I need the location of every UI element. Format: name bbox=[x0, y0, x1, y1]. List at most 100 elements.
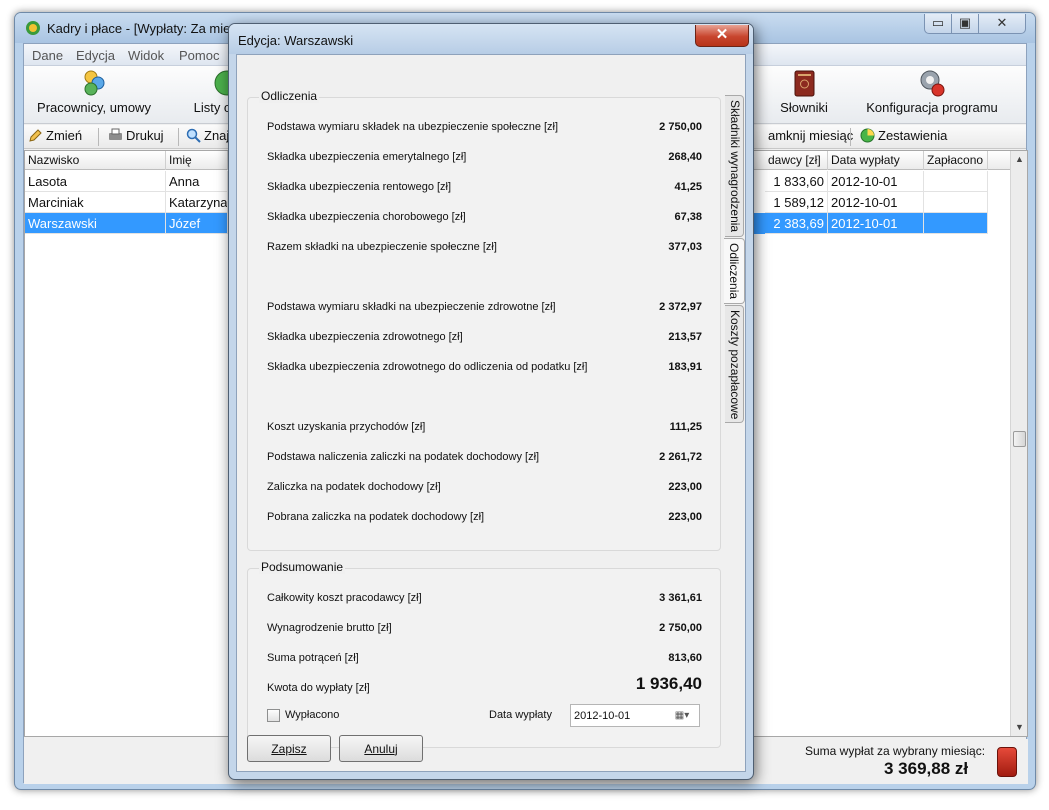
field-label: Składka ubezpieczenia rentowego [zł] bbox=[267, 181, 452, 193]
employees-button[interactable]: Pracownicy, umowy bbox=[34, 68, 154, 122]
tab-label: Koszty pozapłacowe bbox=[728, 310, 742, 420]
close-button[interactable]: ✕ bbox=[978, 14, 1026, 34]
cell-surname: Warszawski bbox=[25, 213, 166, 234]
field-label: Suma potrąceń [zł] bbox=[267, 652, 359, 664]
deductions-group: Odliczenia Podstawa wymiaru składek na u… bbox=[247, 89, 721, 551]
cell-date: 2012-10-01 bbox=[828, 213, 924, 234]
change-button[interactable]: Zmień bbox=[28, 128, 82, 146]
cell-date: 2012-10-01 bbox=[828, 171, 924, 192]
tab-salary-components[interactable]: Składniki wynagrodzenia bbox=[725, 95, 744, 237]
magnifier-icon bbox=[186, 128, 201, 143]
field-value: 2 261,72 bbox=[659, 451, 702, 463]
menu-dane[interactable]: Dane bbox=[32, 48, 63, 63]
cell-surname: Marciniak bbox=[25, 192, 166, 213]
column-header-surname[interactable]: Nazwisko bbox=[25, 151, 166, 170]
deductions-legend: Odliczenia bbox=[259, 89, 320, 103]
toolbar-separator bbox=[98, 128, 99, 146]
cell-surname: Lasota bbox=[25, 171, 166, 192]
field-label: Koszt uzyskania przychodów [zł] bbox=[267, 421, 426, 433]
field-value: 111,25 bbox=[669, 421, 702, 433]
cell-paid bbox=[924, 171, 988, 192]
column-header-cost[interactable]: dawcy [zł] bbox=[765, 151, 828, 170]
minimize-button[interactable]: ▭ bbox=[924, 14, 952, 34]
main-window-title: Kadry i płace - [Wypłaty: Za mie bbox=[47, 21, 231, 36]
field-label: Razem składki na ubezpieczenie społeczne… bbox=[267, 241, 497, 253]
menu-pomoc[interactable]: Pomoc bbox=[179, 48, 219, 63]
calculator-icon bbox=[997, 747, 1017, 777]
field-label: Podstawa naliczenia zaliczki na podatek … bbox=[267, 451, 540, 463]
column-header-paid[interactable]: Zapłacono bbox=[924, 151, 988, 170]
column-header-name[interactable]: Imię bbox=[166, 151, 228, 170]
config-button[interactable]: Konfiguracja programu bbox=[862, 68, 1002, 122]
scroll-down-arrow-icon[interactable]: ▼ bbox=[1011, 719, 1028, 736]
summary-label: Zestawienia bbox=[878, 128, 948, 143]
calendar-dropdown-icon[interactable]: ▦▾ bbox=[668, 707, 696, 724]
paid-checkbox-label[interactable]: Wypłacono bbox=[285, 709, 339, 721]
tab-deductions[interactable]: Odliczenia bbox=[724, 238, 745, 304]
people-icon bbox=[84, 70, 105, 96]
monthly-total-label: Suma wypłat za wybrany miesiąc: bbox=[805, 744, 986, 758]
print-label: Drukuj bbox=[126, 128, 164, 143]
field-value: 3 361,61 bbox=[659, 592, 702, 604]
list-icon bbox=[214, 70, 231, 96]
field-label: Podstawa wymiaru składek na ubezpieczeni… bbox=[267, 121, 559, 133]
save-button[interactable]: Zapisz bbox=[247, 735, 331, 762]
field-label: Składka ubezpieczenia zdrowotnego do odl… bbox=[267, 361, 588, 373]
print-button[interactable]: Drukuj bbox=[108, 128, 164, 146]
book-icon bbox=[794, 70, 815, 97]
field-value: 223,00 bbox=[668, 481, 702, 493]
field-label: Całkowity koszt pracodawcy [zł] bbox=[267, 592, 422, 604]
monthly-total-value: 3 369,88 zł bbox=[884, 759, 969, 778]
field-label: Składka ubezpieczenia emerytalnego [zł] bbox=[267, 151, 467, 163]
close-month-button[interactable]: amknij miesiąc bbox=[768, 128, 853, 146]
net-pay-value: 1 936,40 bbox=[635, 674, 702, 693]
dialog-titlebar[interactable]: Edycja: Warszawski ✕ bbox=[229, 24, 753, 54]
cancel-button[interactable]: Anuluj bbox=[339, 735, 423, 762]
side-tab-strip: Składniki wynagrodzenia Odliczenia Koszt… bbox=[724, 95, 745, 455]
dictionaries-button[interactable]: Słowniki bbox=[768, 68, 840, 122]
field-value: 213,57 bbox=[668, 331, 702, 343]
field-value: 2 750,00 bbox=[659, 121, 702, 133]
maximize-button[interactable]: ▣ bbox=[951, 14, 979, 34]
change-label: Zmień bbox=[46, 128, 83, 143]
cell-name: Józef bbox=[166, 213, 228, 234]
paid-checkbox[interactable] bbox=[267, 709, 280, 722]
summary-legend: Podsumowanie bbox=[259, 560, 346, 574]
tab-label: Odliczenia bbox=[727, 243, 741, 300]
cell-name: Anna bbox=[166, 171, 228, 192]
menu-widok[interactable]: Widok bbox=[128, 48, 164, 63]
employees-label: Pracownicy, umowy bbox=[37, 100, 151, 115]
field-value: 813,60 bbox=[668, 652, 702, 664]
field-label: Pobrana zaliczka na podatek dochodowy [z… bbox=[267, 511, 485, 523]
field-label: Składka ubezpieczenia zdrowotnego [zł] bbox=[267, 331, 463, 343]
tab-non-wage-costs[interactable]: Koszty pozapłacowe bbox=[725, 305, 744, 423]
dialog-client-area: Odliczenia Podstawa wymiaru składek na u… bbox=[236, 54, 746, 772]
field-value: 2 750,00 bbox=[659, 622, 702, 634]
field-label: Zaliczka na podatek dochodowy [zł] bbox=[267, 481, 441, 493]
find-label: Znaj bbox=[204, 128, 230, 143]
pencil-icon bbox=[29, 129, 42, 142]
field-value: 2 372,97 bbox=[659, 301, 702, 313]
field-value: 183,91 bbox=[668, 361, 702, 373]
cell-paid bbox=[924, 192, 988, 213]
scroll-thumb[interactable] bbox=[1013, 431, 1026, 447]
summary-group: Podsumowanie Całkowity koszt pracodawcy … bbox=[247, 560, 721, 748]
scroll-up-arrow-icon[interactable]: ▲ bbox=[1011, 151, 1028, 168]
vertical-scrollbar[interactable]: ▲ ▼ bbox=[1010, 151, 1027, 736]
config-label: Konfiguracja programu bbox=[866, 100, 998, 115]
field-label: Kwota do wypłaty [zł] bbox=[267, 682, 370, 694]
field-value: 268,40 bbox=[668, 151, 702, 163]
payment-date-label: Data wypłaty bbox=[489, 709, 552, 721]
field-value: 377,03 bbox=[668, 241, 702, 253]
menu-edycja[interactable]: Edycja bbox=[76, 48, 115, 63]
cell-cost: 2 383,69 bbox=[765, 213, 828, 234]
field-value: 41,25 bbox=[674, 181, 702, 193]
column-header-date[interactable]: Data wypłaty bbox=[828, 151, 924, 170]
find-button[interactable]: Znaj bbox=[186, 128, 229, 146]
cell-cost: 1 833,60 bbox=[765, 171, 828, 192]
dialog-close-button[interactable]: ✕ bbox=[695, 25, 749, 47]
cell-paid bbox=[924, 213, 988, 234]
summary-button[interactable]: Zestawienia bbox=[860, 128, 947, 146]
chart-pie-icon bbox=[860, 128, 875, 143]
field-label: Wynagrodzenie brutto [zł] bbox=[267, 622, 392, 634]
